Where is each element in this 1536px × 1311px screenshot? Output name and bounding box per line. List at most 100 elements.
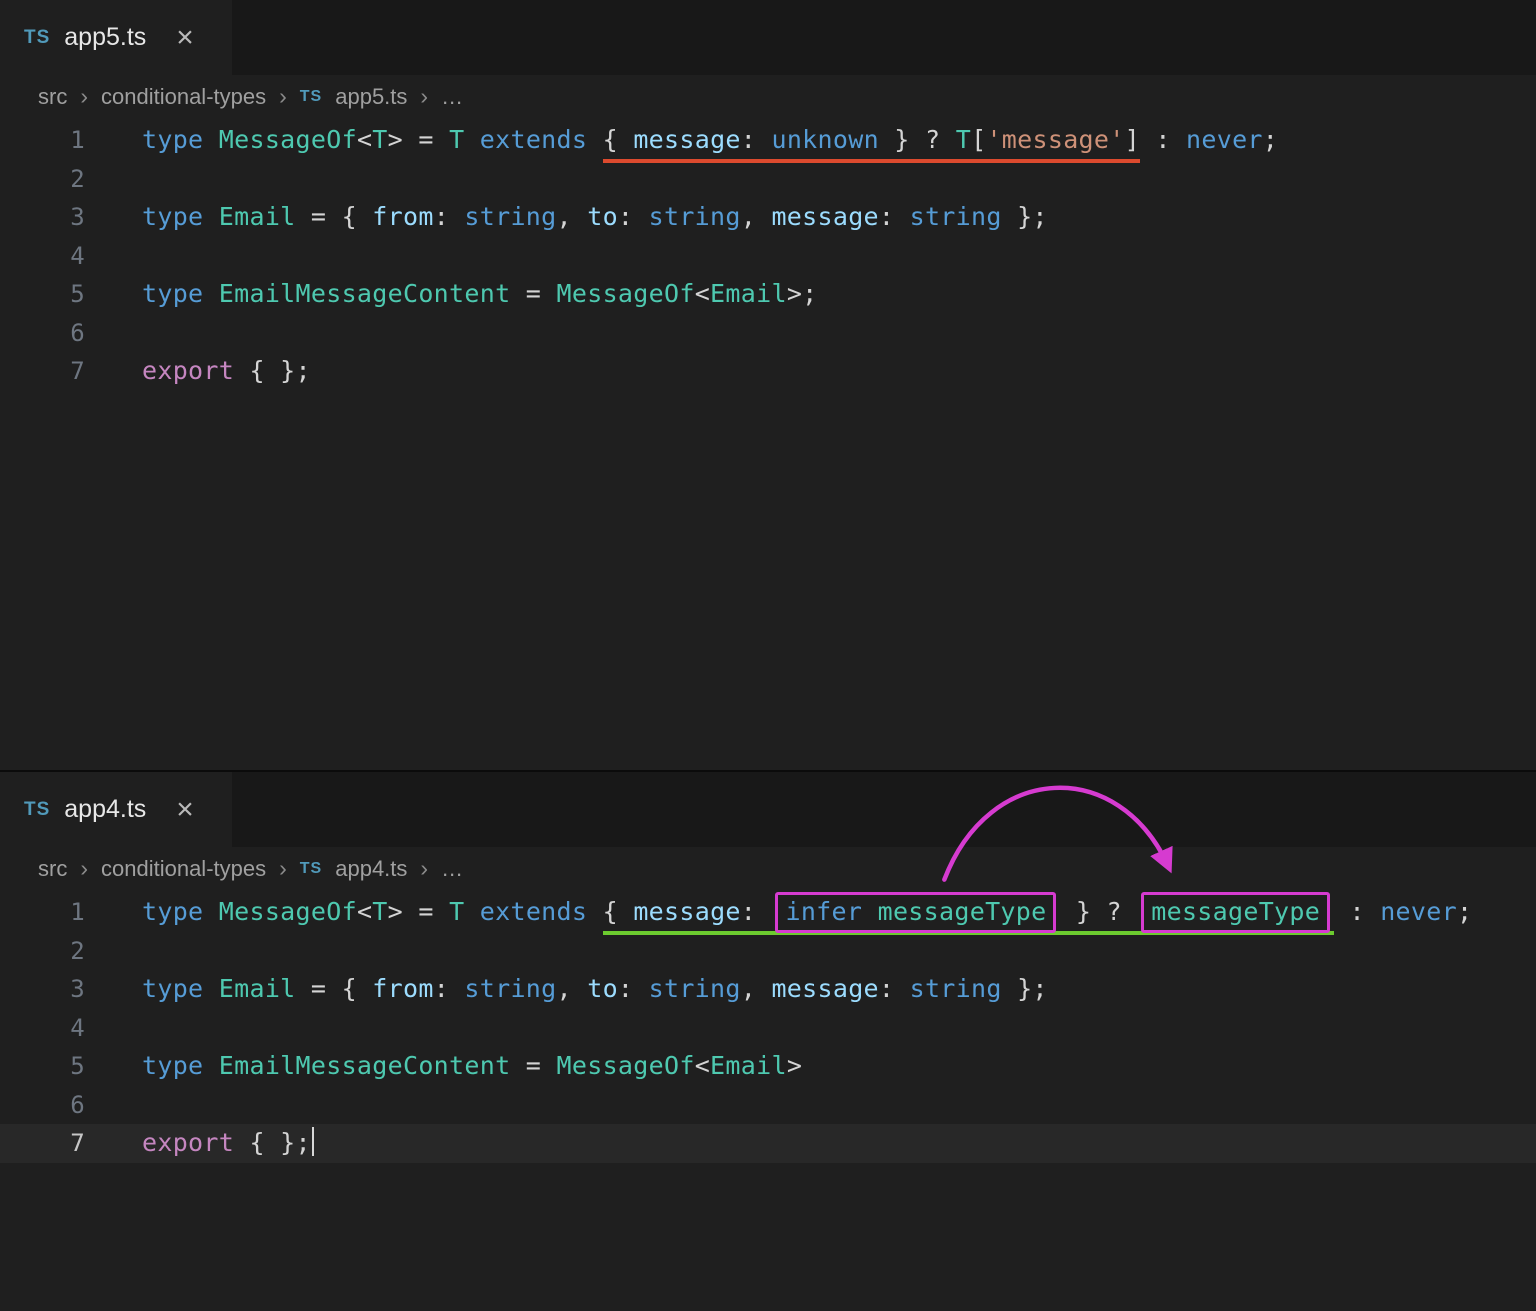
chevron-right-icon: › (80, 855, 88, 882)
code-token: string (649, 202, 741, 231)
code-line[interactable]: 2 (0, 160, 1536, 199)
code-token: : (618, 974, 649, 1003)
code-token (203, 974, 218, 1003)
code-editor-app4[interactable]: 1type MessageOf<T> = T extends { message… (0, 890, 1536, 1163)
code-token: { (603, 125, 634, 154)
breadcrumb-item-file[interactable]: app4.ts (335, 856, 407, 882)
chevron-right-icon: › (420, 83, 428, 110)
code-token: messageType (1151, 897, 1320, 926)
code-token: }; (1002, 202, 1048, 231)
code-token (464, 897, 479, 926)
code-token: messageType (878, 897, 1047, 926)
line-number: 6 (0, 314, 112, 353)
code-token: T (449, 897, 464, 926)
code-token: { }; (234, 356, 311, 385)
code-token: MessageOf (219, 125, 357, 154)
tab-title: app4.ts (64, 795, 146, 824)
breadcrumb-item-src[interactable]: src (38, 84, 67, 110)
code-token (203, 202, 218, 231)
breadcrumb-item-folder[interactable]: conditional-types (101, 84, 266, 110)
code-text: export { }; (112, 352, 311, 391)
code-token: Email (219, 202, 296, 231)
line-number: 6 (0, 1086, 112, 1125)
code-token: T (372, 897, 387, 926)
code-token: unknown (771, 125, 878, 154)
code-line[interactable]: 4 (0, 237, 1536, 276)
code-token: : (434, 202, 465, 231)
code-token: >; (787, 279, 818, 308)
code-token (203, 279, 218, 308)
breadcrumb-item-symbols[interactable]: … (441, 856, 463, 882)
code-line[interactable]: 3type Email = { from: string, to: string… (0, 970, 1536, 1009)
code-text: type MessageOf<T> = T extends { message:… (112, 121, 1278, 160)
code-token: type (142, 974, 203, 1003)
code-token: }; (1002, 974, 1048, 1003)
code-line[interactable]: 3type Email = { from: string, to: string… (0, 198, 1536, 237)
chevron-right-icon: › (80, 83, 88, 110)
code-line[interactable]: 1type MessageOf<T> = T extends { message… (0, 121, 1536, 160)
code-line[interactable]: 1type MessageOf<T> = T extends { message… (0, 893, 1536, 932)
breadcrumb-item-folder[interactable]: conditional-types (101, 856, 266, 882)
typescript-file-icon: TS (24, 27, 50, 49)
code-token: < (357, 897, 372, 926)
code-line[interactable]: 7export { }; (0, 1124, 1536, 1163)
code-token: type (142, 279, 203, 308)
editor-pane-app5: TS app5.ts × src › conditional-types › T… (0, 0, 1536, 770)
code-editor-app5[interactable]: 1type MessageOf<T> = T extends { message… (0, 118, 1536, 391)
close-tab-icon[interactable]: × (176, 23, 194, 53)
code-line[interactable]: 5type EmailMessageContent = MessageOf<Em… (0, 275, 1536, 314)
line-number: 7 (0, 352, 112, 391)
vscode-editor-split: TS app5.ts × src › conditional-types › T… (0, 0, 1536, 1311)
line-number: 2 (0, 160, 112, 199)
code-token: , (557, 974, 588, 1003)
code-token: string (649, 974, 741, 1003)
code-token: MessageOf (557, 279, 695, 308)
code-token: ] (1125, 125, 1140, 154)
code-token: : (741, 125, 772, 154)
code-line[interactable]: 6 (0, 314, 1536, 353)
code-text: type Email = { from: string, to: string,… (112, 970, 1048, 1009)
text-cursor (312, 1127, 315, 1156)
code-token: , (741, 202, 772, 231)
green-underline-annotation: { message: infer messageType } ? message… (603, 897, 1335, 935)
breadcrumb-item-file[interactable]: app5.ts (335, 84, 407, 110)
code-line[interactable]: 7export { }; (0, 352, 1536, 391)
code-token: T (956, 125, 971, 154)
code-line[interactable]: 4 (0, 1009, 1536, 1048)
close-tab-icon[interactable]: × (176, 795, 194, 825)
messagetype-highlight-box: messageType (1141, 892, 1330, 933)
code-token: : (618, 202, 649, 231)
line-number: 4 (0, 1009, 112, 1048)
code-token: = { (296, 974, 373, 1003)
line-number: 3 (0, 970, 112, 1009)
code-token: extends (480, 897, 587, 926)
code-token: type (142, 202, 203, 231)
code-token: to (587, 974, 618, 1003)
code-token: : (741, 897, 772, 926)
line-number: 5 (0, 275, 112, 314)
code-token: { }; (234, 1128, 311, 1157)
code-token: string (910, 202, 1002, 231)
code-token: , (557, 202, 588, 231)
infer-highlight-box: infer messageType (775, 892, 1056, 933)
code-token: < (695, 279, 710, 308)
code-token: from (372, 202, 433, 231)
breadcrumb-item-symbols[interactable]: … (441, 84, 463, 110)
code-token: type (142, 897, 203, 926)
code-token: [ (971, 125, 986, 154)
code-token: = (510, 279, 556, 308)
tab-app5[interactable]: TS app5.ts × (0, 0, 232, 75)
tab-app4[interactable]: TS app4.ts × (0, 772, 232, 847)
breadcrumb-item-src[interactable]: src (38, 856, 67, 882)
code-line[interactable]: 2 (0, 932, 1536, 971)
chevron-right-icon: › (420, 855, 428, 882)
code-token: type (142, 125, 203, 154)
code-token: ; (1457, 897, 1472, 926)
code-token (464, 125, 479, 154)
code-line[interactable]: 6 (0, 1086, 1536, 1125)
line-number: 4 (0, 237, 112, 276)
code-token: = { (296, 202, 373, 231)
code-token: : (879, 974, 910, 1003)
code-text: export { }; (112, 1124, 314, 1163)
code-line[interactable]: 5type EmailMessageContent = MessageOf<Em… (0, 1047, 1536, 1086)
